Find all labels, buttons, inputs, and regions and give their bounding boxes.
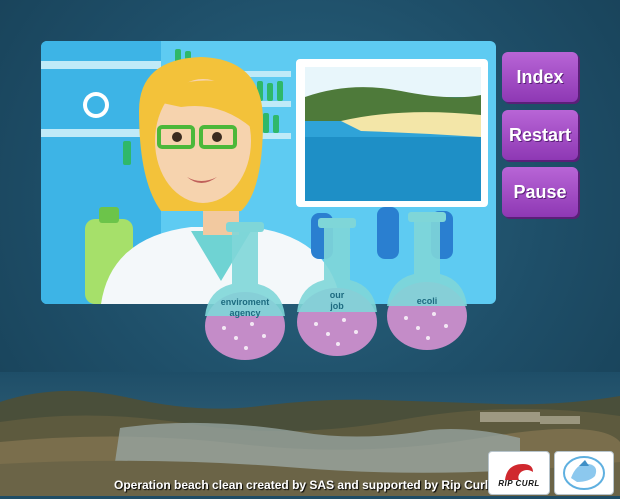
flask-our-job[interactable]: our job (294, 216, 380, 358)
credit-text: Operation beach clean created by SAS and… (114, 478, 489, 492)
flask-enviroment-agency[interactable]: enviroment agency (202, 220, 288, 362)
index-button[interactable]: Index (502, 52, 578, 102)
flask-label-line2: agency (229, 308, 261, 318)
flask-label-line1: our (329, 290, 345, 300)
sas-surfer-logo-icon (563, 456, 605, 490)
flask-label-line1: enviroment (220, 297, 270, 307)
flask-label-line2: job (330, 301, 344, 311)
pause-button[interactable]: Pause (502, 167, 578, 217)
app-stage: Index Restart Pause enviroment agency ou… (0, 0, 620, 496)
ripcurl-logo-text: RIP CURL (498, 479, 540, 488)
sas-logo[interactable] (554, 451, 614, 495)
flask-label-line1: ecoli (416, 296, 438, 306)
flask-icon (387, 212, 467, 350)
flask-ecoli[interactable]: ecoli (384, 210, 470, 352)
flask-icon (297, 218, 377, 356)
ripcurl-logo[interactable]: RIP CURL (488, 451, 550, 495)
flask-icon (205, 222, 285, 360)
restart-button[interactable]: Restart (502, 110, 578, 160)
